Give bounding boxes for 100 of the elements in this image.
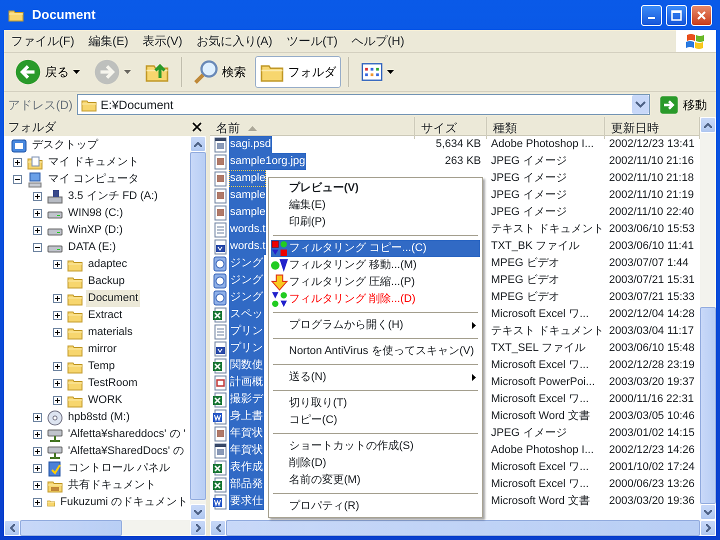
- scroll-up-button[interactable]: [190, 136, 206, 152]
- tree-item[interactable]: TestRoom: [86, 375, 140, 392]
- expand-icon[interactable]: [53, 362, 62, 371]
- scroll-left-button[interactable]: [210, 520, 226, 536]
- file-name[interactable]: sample: [229, 187, 266, 204]
- file-name[interactable]: 要求仕: [229, 493, 264, 510]
- menu-item[interactable]: Norton AntiVirus を使ってスキャン(V): [271, 343, 480, 360]
- expand-icon[interactable]: [53, 396, 62, 405]
- menu-item[interactable]: プロパティ(R): [271, 498, 480, 515]
- expand-icon[interactable]: [33, 413, 42, 422]
- file-name[interactable]: 関数使: [229, 357, 264, 374]
- tree-item[interactable]: マイ コンピュータ: [46, 171, 142, 188]
- menu-item[interactable]: 編集(E): [81, 30, 136, 52]
- scroll-down-button[interactable]: [700, 504, 716, 520]
- menu-item[interactable]: フィルタリング 削除...(D): [271, 291, 480, 308]
- search-button[interactable]: 検索: [189, 56, 251, 88]
- expand-icon[interactable]: [33, 481, 42, 490]
- menu-item[interactable]: フィルタリング コピー...(C): [271, 240, 480, 257]
- tree-item[interactable]: Extract: [86, 307, 124, 324]
- file-name[interactable]: プリン: [229, 340, 264, 357]
- tree-item[interactable]: Fukuzumi のドキュメント: [58, 494, 190, 511]
- expand-icon[interactable]: [33, 430, 42, 439]
- expand-icon[interactable]: [33, 464, 42, 473]
- tree-item[interactable]: adaptec: [86, 256, 130, 273]
- maximize-button[interactable]: [666, 4, 687, 26]
- tree-item[interactable]: 'Alfetta¥SharedDocs' の: [66, 443, 186, 460]
- menu-item[interactable]: 送る(N): [271, 369, 480, 386]
- column-header[interactable]: サイズ: [415, 117, 487, 139]
- menu-item[interactable]: フィルタリング 移動...(M): [271, 257, 480, 274]
- menu-item[interactable]: 表示(V): [135, 30, 190, 52]
- scroll-left-button[interactable]: [4, 520, 20, 536]
- file-name[interactable]: 身上書: [229, 408, 264, 425]
- file-name[interactable]: sample: [229, 170, 266, 187]
- expand-icon[interactable]: [33, 226, 42, 235]
- expand-icon[interactable]: [33, 209, 42, 218]
- file-name[interactable]: sagi.psd: [229, 136, 272, 153]
- expand-icon[interactable]: [53, 260, 62, 269]
- expand-icon[interactable]: [53, 311, 62, 320]
- tree-item[interactable]: 3.5 インチ FD (A:): [66, 188, 160, 205]
- menu-item[interactable]: ショートカットの作成(S): [271, 438, 480, 455]
- scroll-thumb[interactable]: [20, 520, 122, 536]
- scroll-up-button[interactable]: [700, 117, 716, 133]
- tree-item[interactable]: hpb8std (M:): [66, 409, 132, 426]
- folders-button[interactable]: フォルダ: [255, 56, 341, 88]
- file-name[interactable]: sample1org.jpg: [229, 153, 306, 170]
- expand-icon[interactable]: [33, 498, 42, 507]
- menu-item[interactable]: 名前の変更(M): [271, 472, 480, 489]
- menu-item[interactable]: 切り取り(T): [271, 395, 480, 412]
- expand-icon[interactable]: [33, 192, 42, 201]
- tree-item[interactable]: WIN98 (C:): [66, 205, 125, 222]
- tree-item[interactable]: DATA (E:): [66, 239, 118, 256]
- file-name[interactable]: 計画概: [229, 374, 264, 391]
- tree-item[interactable]: Backup: [86, 273, 127, 290]
- file-name[interactable]: プリン: [229, 323, 264, 340]
- column-header[interactable]: 種類: [487, 117, 605, 139]
- tree-item[interactable]: materials: [86, 324, 135, 341]
- file-name[interactable]: 表作成: [229, 459, 264, 476]
- close-pane-button[interactable]: [192, 122, 202, 132]
- file-name[interactable]: ジング: [229, 289, 264, 306]
- file-name[interactable]: スペッ: [229, 306, 264, 323]
- collapse-icon[interactable]: [33, 243, 42, 252]
- file-name[interactable]: sample: [229, 204, 266, 221]
- file-name[interactable]: words.t: [229, 238, 266, 255]
- file-name[interactable]: ジング: [229, 272, 264, 289]
- menu-item[interactable]: プレビュー(V): [271, 180, 480, 197]
- horizontal-scrollbar[interactable]: [4, 520, 206, 536]
- tree-item[interactable]: Temp: [86, 358, 117, 375]
- close-button[interactable]: [691, 4, 712, 26]
- scroll-right-button[interactable]: [190, 520, 206, 536]
- tree-item[interactable]: 'Alfetta¥shareddocs' の ': [66, 426, 188, 443]
- back-button[interactable]: 戻る: [10, 55, 85, 89]
- menu-item[interactable]: ファイル(F): [4, 30, 82, 52]
- file-name[interactable]: 年賀状: [229, 425, 264, 442]
- menu-item[interactable]: 印刷(P): [271, 214, 480, 231]
- scroll-right-button[interactable]: [700, 520, 716, 536]
- file-name[interactable]: 年賀状: [229, 442, 264, 459]
- menu-item[interactable]: プログラムから開く(H): [271, 317, 480, 334]
- tree-item[interactable]: マイ ドキュメント: [46, 154, 142, 171]
- tree-item[interactable]: 共有ドキュメント: [66, 477, 158, 494]
- file-name[interactable]: 撮影デ: [229, 391, 264, 408]
- menu-item[interactable]: 削除(D): [271, 455, 480, 472]
- menu-item[interactable]: 編集(E): [271, 197, 480, 214]
- tree-item[interactable]: Document: [86, 290, 140, 307]
- scroll-down-button[interactable]: [190, 504, 206, 520]
- tree-item[interactable]: コントロール パネル: [66, 460, 172, 477]
- menu-item[interactable]: ツール(T): [279, 30, 345, 52]
- address-field[interactable]: E:¥Document: [76, 94, 650, 115]
- expand-icon[interactable]: [53, 328, 62, 337]
- file-name[interactable]: 部品発: [229, 476, 264, 493]
- menu-item[interactable]: フィルタリング 圧縮...(P): [271, 274, 480, 291]
- menu-item[interactable]: コピー(C): [271, 412, 480, 429]
- file-name[interactable]: words.t: [229, 221, 266, 238]
- expand-icon[interactable]: [53, 379, 62, 388]
- menu-item[interactable]: お気に入り(A): [189, 30, 280, 52]
- tree-item[interactable]: WinXP (D:): [66, 222, 125, 239]
- expand-icon[interactable]: [13, 158, 22, 167]
- tree-item[interactable]: mirror: [86, 341, 119, 358]
- tree-item[interactable]: WORK: [86, 392, 124, 409]
- scroll-thumb[interactable]: [700, 307, 716, 504]
- file-name[interactable]: ジング: [229, 255, 264, 272]
